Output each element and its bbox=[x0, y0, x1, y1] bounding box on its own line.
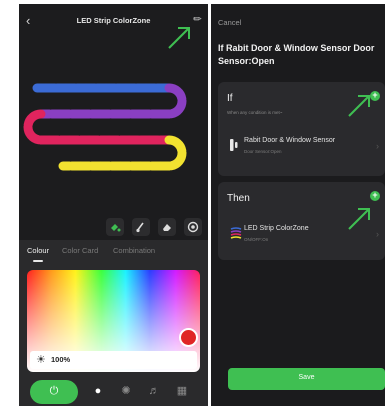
bottom-nav: ⏻ ● ✺ ♬ ▦ bbox=[19, 376, 208, 406]
power-button[interactable]: ⏻ bbox=[30, 380, 78, 404]
music-icon[interactable]: ♬ bbox=[147, 384, 161, 398]
add-action-button[interactable]: + bbox=[370, 190, 380, 201]
palette-icon[interactable]: ✺ bbox=[119, 384, 133, 398]
brightness-slider[interactable]: ☀ 100% bbox=[30, 351, 197, 369]
eraser-icon[interactable] bbox=[158, 218, 176, 236]
sun-icon: ☀ bbox=[36, 354, 46, 366]
paint-tools bbox=[106, 218, 206, 236]
tab-color-card[interactable]: Color Card bbox=[62, 246, 98, 255]
automation-screen: Cancel If Rabit Door & Window Sensor Doo… bbox=[211, 4, 385, 406]
chevron-right-icon: › bbox=[376, 229, 379, 239]
cancel-button[interactable]: Cancel bbox=[218, 18, 241, 27]
if-heading: If bbox=[227, 93, 233, 104]
bulb-icon[interactable]: ● bbox=[91, 384, 105, 398]
led-strip-icon bbox=[230, 227, 242, 239]
annotation-arrow bbox=[348, 208, 370, 230]
screenshot-stage: ‹ LED Strip ColorZone ✎ Colour Color Car… bbox=[0, 0, 385, 406]
power-icon: ⏻ bbox=[49, 385, 59, 397]
led-strip-preview bbox=[23, 83, 187, 171]
tab-colour[interactable]: Colour bbox=[27, 246, 49, 255]
chevron-right-icon: › bbox=[376, 141, 379, 151]
color-wheel-icon[interactable] bbox=[184, 218, 202, 236]
active-tab-indicator bbox=[33, 260, 43, 262]
paint-bucket-icon[interactable] bbox=[106, 218, 124, 236]
condition-subtitle: Door Sensor:Open bbox=[244, 149, 282, 154]
annotation-arrow bbox=[168, 27, 190, 49]
color-picker-area[interactable]: ☀ 100% bbox=[27, 270, 200, 372]
plus-icon: + bbox=[372, 190, 378, 200]
page-title: If Rabit Door & Window Sensor Door Senso… bbox=[218, 43, 375, 66]
tab-combination[interactable]: Combination bbox=[113, 246, 155, 255]
door-sensor-icon bbox=[230, 139, 238, 151]
then-heading: Then bbox=[227, 193, 250, 204]
condition-row[interactable]: Rabit Door & Window Sensor Door Sensor:O… bbox=[224, 132, 379, 162]
brightness-value: 100% bbox=[51, 355, 71, 364]
color-picker-handle[interactable] bbox=[179, 328, 198, 347]
action-title: LED Strip ColorZone bbox=[244, 225, 309, 232]
if-subtitle: When any condition is met~ bbox=[227, 110, 283, 115]
action-subtitle: ON/OFF:On bbox=[244, 237, 269, 242]
annotation-arrow bbox=[348, 95, 370, 117]
save-label: Save bbox=[298, 374, 315, 381]
save-button[interactable]: Save bbox=[228, 368, 385, 390]
brush-icon[interactable] bbox=[132, 218, 150, 236]
grid-icon[interactable]: ▦ bbox=[175, 384, 189, 398]
condition-title: Rabit Door & Window Sensor bbox=[244, 137, 336, 144]
device-control-screen: ‹ LED Strip ColorZone ✎ Colour Color Car… bbox=[19, 4, 208, 406]
color-panel: Colour Color Card Combination ☀ 100% ⏻ ●… bbox=[19, 240, 208, 406]
